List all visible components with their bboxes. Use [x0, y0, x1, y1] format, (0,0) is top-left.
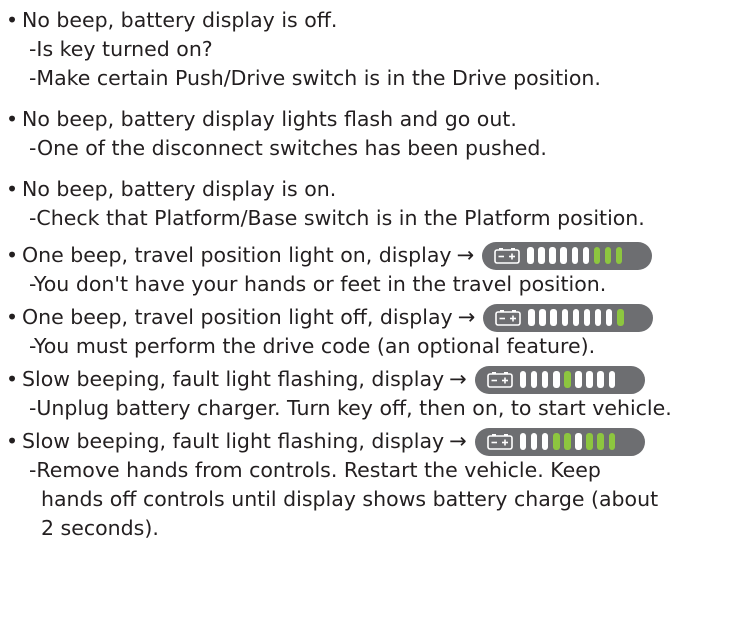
remedy-text: -Make certain Push/Drive switch is in th…: [29, 66, 601, 90]
segment-unlit: [549, 247, 556, 264]
segment-lit: [617, 309, 624, 326]
segment-lit: [564, 371, 571, 388]
arrow-icon: →: [457, 305, 476, 329]
battery-icon: [495, 309, 522, 326]
remedy-text: -Unplug battery charger. Turn key off, t…: [29, 396, 672, 420]
bullet-line: • Slow beeping, fault light flashing, di…: [0, 365, 745, 394]
segment-lit: [604, 247, 612, 264]
bullet-dot: •: [6, 305, 19, 329]
segment-unlit: [530, 371, 538, 388]
list-item: • One beep, travel position light off, d…: [0, 303, 745, 361]
list-item: • No beep, battery display lights flash …: [0, 105, 745, 163]
bullet-dot: •: [6, 177, 19, 201]
segment-unlit: [527, 247, 534, 264]
segment-unlit: [538, 247, 545, 264]
segment-unlit: [561, 309, 569, 326]
remedy-text: -Is key turned on?: [29, 37, 213, 61]
segment-unlit: [575, 371, 582, 388]
symptom-text: Slow beeping, fault light flashing, disp…: [22, 367, 445, 391]
segment-unlit: [582, 247, 590, 264]
symptom-text: Slow beeping, fault light flashing, disp…: [22, 429, 445, 453]
troubleshooting-list: • No beep, battery display is off. -Is k…: [0, 0, 745, 623]
segment-unlit: [572, 309, 580, 326]
segment-lit: [586, 433, 593, 450]
segment-unlit: [560, 247, 567, 264]
segment-unlit: [541, 433, 549, 450]
list-item: • Slow beeping, fault light flashing, di…: [0, 365, 745, 423]
remedy-text: -One of the disconnect switches has been…: [29, 136, 547, 160]
segment-unlit: [530, 433, 538, 450]
segment-unlit: [541, 371, 549, 388]
battery-display: [482, 241, 653, 270]
segment-lit: [553, 433, 560, 450]
remedy-text: -Check that Platform/Base switch is in t…: [29, 206, 645, 230]
segment-lit: [597, 433, 604, 450]
segment-unlit: [594, 309, 602, 326]
arrow-icon: →: [456, 243, 475, 267]
battery-icon: [494, 247, 520, 264]
segment-unlit: [586, 371, 593, 388]
remedy-text: 2 seconds).: [41, 516, 159, 540]
bullet-dot: •: [6, 8, 19, 32]
segment-lit: [593, 247, 601, 264]
symptom-text: No beep, battery display is off.: [22, 8, 338, 32]
bullet-dot: •: [6, 243, 19, 267]
segment-unlit: [571, 247, 579, 264]
bullet-line: • No beep, battery display lights flash …: [0, 105, 745, 134]
segment-unlit: [519, 371, 527, 388]
arrow-icon: →: [449, 429, 467, 453]
battery-icon: [486, 433, 513, 450]
list-item: • No beep, battery display is on. -Check…: [0, 175, 745, 233]
segment-unlit: [528, 309, 535, 326]
segment-unlit: [583, 309, 591, 326]
symptom-text: One beep, travel position light off, dis…: [22, 305, 453, 329]
segment-unlit: [575, 433, 582, 450]
remedy-text: -Remove hands from controls. Restart the…: [29, 458, 601, 482]
segment-unlit: [597, 371, 604, 388]
bullet-line: • No beep, battery display is off.: [0, 6, 745, 35]
list-item: • No beep, battery display is off. -Is k…: [0, 6, 745, 93]
segment-lit: [608, 433, 616, 450]
remedy-text: hands off controls until display shows b…: [41, 487, 659, 511]
segment-unlit: [608, 371, 616, 388]
remedy-text: -You must perform the drive code (an opt…: [29, 334, 596, 358]
battery-display: [483, 303, 654, 332]
battery-icon: [486, 371, 513, 388]
bullet-dot: •: [6, 107, 19, 131]
list-item: • One beep, travel position light on, di…: [0, 241, 745, 299]
list-item: • Slow beeping, fault light flashing, di…: [0, 427, 745, 543]
segment-unlit: [553, 371, 560, 388]
segment-lit: [615, 247, 623, 264]
bullet-dot: •: [6, 429, 19, 453]
symptom-text: One beep, travel position light on, disp…: [22, 243, 452, 267]
battery-display: [474, 427, 645, 456]
segment-lit: [564, 433, 571, 450]
symptom-text: No beep, battery display lights flash an…: [22, 107, 517, 131]
bullet-line: • One beep, travel position light on, di…: [0, 241, 745, 270]
symptom-text: No beep, battery display is on.: [22, 177, 337, 201]
bullet-line: • One beep, travel position light off, d…: [0, 303, 745, 332]
arrow-icon: →: [449, 367, 467, 391]
segment-unlit: [605, 309, 613, 326]
battery-display: [474, 365, 645, 394]
remedy-text: -You don't have your hands or feet in th…: [29, 272, 607, 296]
segment-unlit: [550, 309, 557, 326]
bullet-line: • Slow beeping, fault light flashing, di…: [0, 427, 745, 456]
bullet-line: • No beep, battery display is on.: [0, 175, 745, 204]
segment-unlit: [519, 433, 527, 450]
segment-unlit: [539, 309, 546, 326]
bullet-dot: •: [6, 367, 19, 391]
